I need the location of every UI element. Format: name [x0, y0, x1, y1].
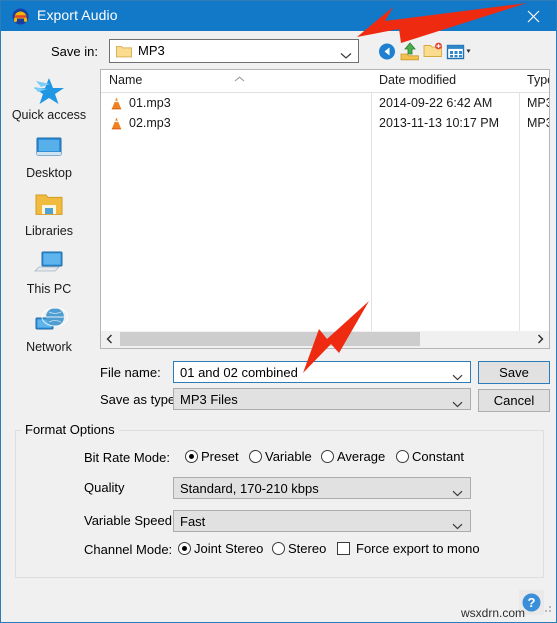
- file-name-value: 01 and 02 combined: [180, 365, 298, 380]
- sidebar-item-libraries[interactable]: Libraries: [2, 189, 96, 247]
- cancel-button[interactable]: Cancel: [478, 389, 550, 412]
- desktop-monitor-icon: [30, 131, 68, 165]
- table-row[interactable]: 02.mp3 2013-11-13 10:17 PM MP3: [101, 114, 549, 134]
- file-name-input[interactable]: 01 and 02 combined: [173, 361, 471, 383]
- scroll-left-button[interactable]: [101, 331, 118, 347]
- radio-label: Variable: [265, 449, 312, 464]
- audacity-headphones-icon: [12, 8, 29, 25]
- save-as-type-select[interactable]: MP3 Files: [173, 388, 471, 410]
- libraries-folder-icon: [30, 189, 68, 223]
- file-name-cell: 01.mp3: [129, 96, 171, 110]
- window-title: Export Audio: [37, 7, 118, 23]
- chevron-down-icon[interactable]: [452, 395, 463, 413]
- column-header-date-modified[interactable]: Date modified: [379, 73, 456, 87]
- svg-text:?: ?: [528, 595, 536, 610]
- file-type-cell: MP3: [527, 116, 549, 130]
- variable-speed-label: Variable Speed:: [84, 513, 176, 528]
- chevron-right-icon: [538, 334, 544, 344]
- radio-dot-icon: [272, 542, 285, 555]
- sidebar-item-this-pc[interactable]: This PC: [2, 247, 96, 305]
- this-pc-computer-icon: [30, 247, 68, 281]
- new-folder-icon[interactable]: [422, 40, 444, 62]
- quality-label: Quality: [84, 480, 125, 495]
- column-header-row: Name Date modified Type: [101, 70, 549, 93]
- file-list[interactable]: Name Date modified Type 01.mp3 2014-09-2…: [100, 69, 550, 331]
- radio-label: Stereo: [288, 541, 327, 556]
- radio-dot-icon: [321, 450, 334, 463]
- radio-dot-icon: [178, 542, 191, 555]
- chevron-up-icon: [234, 70, 245, 88]
- file-date-cell: 2014-09-22 6:42 AM: [379, 96, 493, 110]
- channel-mode-label: Channel Mode:: [84, 542, 173, 557]
- views-icon[interactable]: [445, 40, 475, 62]
- save-as-type-value: MP3 Files: [180, 392, 238, 407]
- file-name-cell: 02.mp3: [129, 116, 171, 130]
- sidebar-item-quick-access[interactable]: Quick access: [2, 73, 96, 131]
- scrollbar-thumb[interactable]: [120, 332, 420, 346]
- radio-label: Constant: [412, 449, 465, 464]
- scroll-right-button[interactable]: [532, 331, 549, 347]
- folder-icon: [116, 44, 132, 58]
- checkbox-box-icon: [337, 542, 350, 555]
- variable-speed-value: Fast: [180, 514, 206, 529]
- file-type-cell: MP3: [527, 96, 549, 110]
- chevron-left-icon: [106, 334, 112, 344]
- save-in-label: Save in:: [51, 44, 98, 59]
- sidebar-item-desktop[interactable]: Desktop: [2, 131, 96, 189]
- chevron-down-icon[interactable]: [452, 517, 463, 535]
- network-globe-icon: [30, 305, 69, 339]
- title-bar: Export Audio: [1, 1, 556, 31]
- sidebar-item-label: Quick access: [11, 108, 87, 122]
- radio-label: Preset: [201, 449, 239, 464]
- format-options-legend: Format Options: [21, 422, 119, 437]
- watermark-text: wsxdrn.com: [461, 606, 526, 620]
- save-button[interactable]: Save: [478, 361, 550, 384]
- vlc-cone-icon: [109, 116, 124, 131]
- chevron-down-icon: [340, 47, 352, 65]
- save-as-type-label: Save as type:: [100, 392, 179, 407]
- sidebar-item-network[interactable]: Network: [2, 305, 96, 363]
- places-bar: Quick access Desktop Libraries This PC N…: [2, 69, 96, 369]
- sidebar-item-label: Libraries: [25, 224, 73, 238]
- close-icon: [527, 10, 539, 22]
- horizontal-scrollbar[interactable]: [100, 331, 550, 349]
- quality-value: Standard, 170-210 kbps: [180, 481, 319, 496]
- column-header-type[interactable]: Type: [527, 73, 549, 87]
- radio-label: Average: [337, 449, 386, 464]
- table-row[interactable]: 01.mp3 2014-09-22 6:42 AM MP3: [101, 94, 549, 114]
- radio-dot-icon: [185, 450, 198, 463]
- save-in-value: MP3: [138, 43, 165, 58]
- checkbox-label: Force export to mono: [356, 541, 480, 556]
- radio-dot-icon: [396, 450, 409, 463]
- quality-select[interactable]: Standard, 170-210 kbps: [173, 477, 471, 499]
- up-one-level-icon[interactable]: [399, 40, 421, 62]
- bit-rate-mode-label: Bit Rate Mode:: [84, 450, 170, 465]
- column-header-name[interactable]: Name: [109, 73, 142, 87]
- radio-label: Joint Stereo: [194, 541, 264, 556]
- sidebar-item-label: Desktop: [26, 166, 72, 180]
- close-button[interactable]: [510, 1, 556, 31]
- radio-dot-icon: [249, 450, 262, 463]
- vlc-cone-icon: [109, 96, 124, 111]
- file-date-cell: 2013-11-13 10:17 PM: [379, 116, 499, 130]
- save-in-combobox[interactable]: MP3: [109, 39, 359, 63]
- sidebar-item-label: Network: [26, 340, 72, 354]
- variable-speed-select[interactable]: Fast: [173, 510, 471, 532]
- quick-access-star-icon: [30, 73, 68, 107]
- back-icon[interactable]: [376, 40, 398, 62]
- export-audio-dialog: Export Audio Save in: MP3 Quick access D…: [0, 0, 557, 623]
- file-name-label: File name:: [100, 365, 161, 380]
- chevron-down-icon[interactable]: [452, 368, 463, 386]
- resize-grip-icon[interactable]: [543, 601, 553, 619]
- chevron-down-icon[interactable]: [452, 484, 463, 502]
- sidebar-item-label: This PC: [26, 282, 72, 296]
